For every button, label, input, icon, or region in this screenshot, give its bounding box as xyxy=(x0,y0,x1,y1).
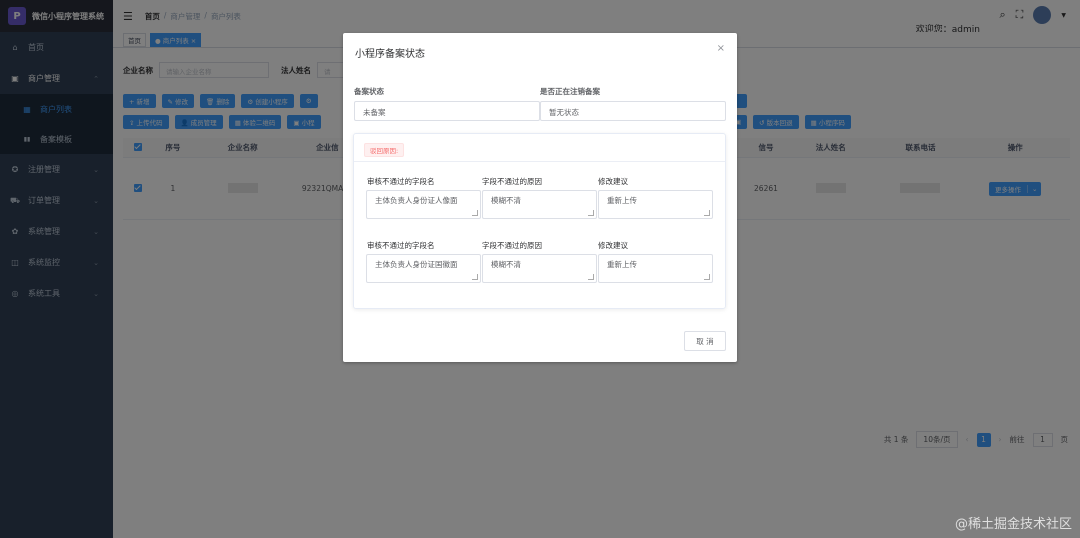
reject-reason-card: 驳回原因: 审核不通过的字段名 字段不通过的原因 修改建议 主体负责人身份证人像… xyxy=(353,133,726,309)
record-status-dialog: 小程序备案状态 × 备案状态 未备案 是否正在注销备案 暂无状态 驳回原因: 审… xyxy=(343,33,737,362)
field-reason-label: 字段不通过的原因 xyxy=(482,241,542,250)
field-reason-textarea[interactable]: 模糊不清 xyxy=(482,190,597,219)
cancel-record-label: 是否正在注销备案 xyxy=(540,87,600,96)
record-status-field[interactable]: 未备案 xyxy=(354,101,540,121)
cancel-record-field[interactable]: 暂无状态 xyxy=(540,101,726,121)
field-name-textarea[interactable]: 主体负责人身份证国徽面 xyxy=(366,254,481,283)
field-name-textarea[interactable]: 主体负责人身份证人像面 xyxy=(366,190,481,219)
reject-reason-tag: 驳回原因: xyxy=(364,143,405,157)
field-reason-label: 字段不通过的原因 xyxy=(482,177,542,186)
close-icon[interactable]: × xyxy=(717,43,725,54)
suggestion-textarea[interactable]: 重新上传 xyxy=(598,190,713,219)
dialog-title: 小程序备案状态 xyxy=(355,49,425,60)
field-name-label: 审核不通过的字段名 xyxy=(367,241,435,250)
field-name-label: 审核不通过的字段名 xyxy=(367,177,435,186)
suggestion-label: 修改建议 xyxy=(598,177,628,186)
cancel-button[interactable]: 取 消 xyxy=(684,331,726,351)
suggestion-label: 修改建议 xyxy=(598,241,628,250)
suggestion-textarea[interactable]: 重新上传 xyxy=(598,254,713,283)
field-reason-textarea[interactable]: 模糊不清 xyxy=(482,254,597,283)
record-status-label: 备案状态 xyxy=(354,87,384,96)
watermark: @稀土掘金技术社区 xyxy=(954,517,1072,532)
card-header: 驳回原因: xyxy=(354,134,725,162)
